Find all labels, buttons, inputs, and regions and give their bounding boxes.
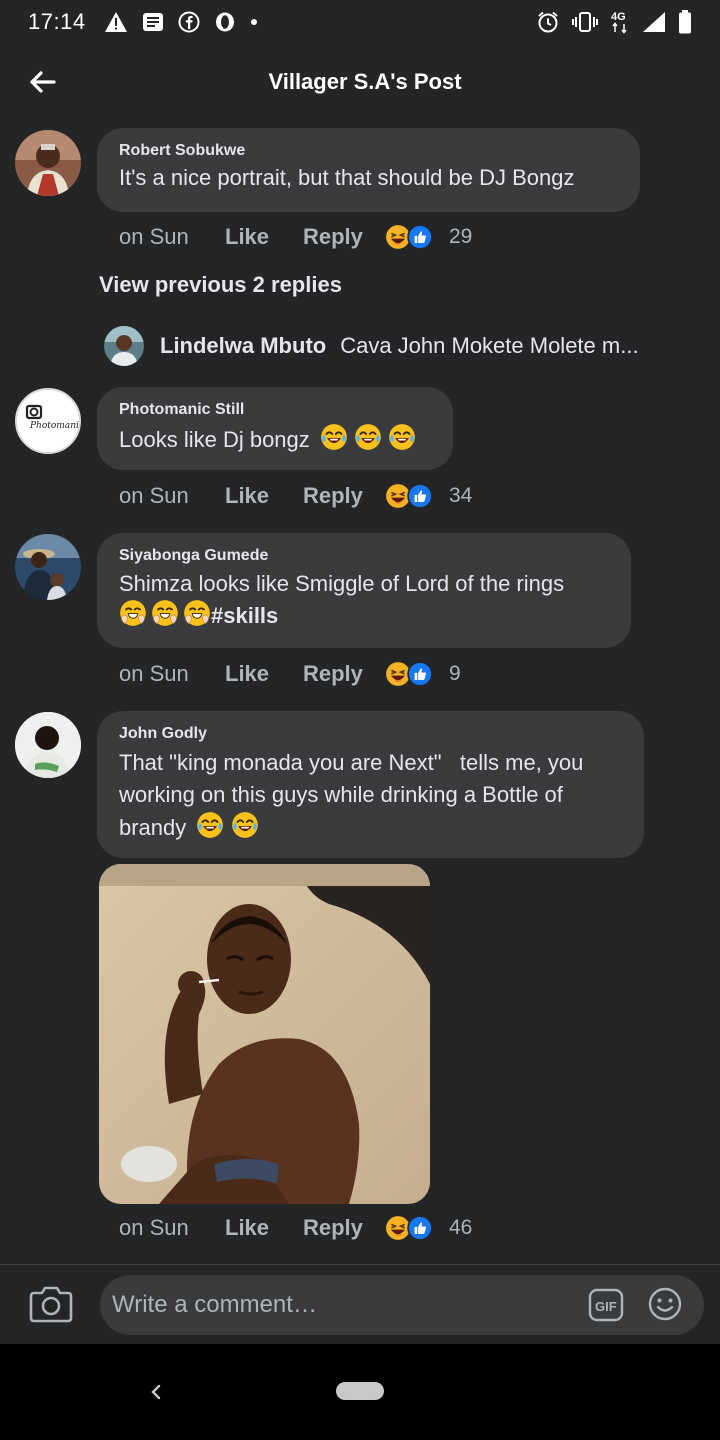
comment-time[interactable]: on Sun <box>119 224 225 250</box>
comment-actions: on Sun Like Reply 46 <box>119 1210 472 1246</box>
like-reaction-icon <box>407 1215 433 1241</box>
reactions[interactable] <box>385 1215 449 1241</box>
comment-text: brandy <box>119 815 187 840</box>
avatar[interactable] <box>15 534 81 600</box>
signal-icon <box>642 11 666 33</box>
reaction-count: 9 <box>449 662 461 685</box>
comment-actions: on Sun Like Reply 34 <box>119 478 472 514</box>
comment-text-line: Looks like Dj bongz <box>119 423 431 454</box>
like-button[interactable]: Like <box>225 224 303 250</box>
reply-button[interactable]: Reply <box>303 483 385 509</box>
system-icons: 4G <box>536 10 692 34</box>
camera-button[interactable] <box>28 1283 74 1325</box>
gif-button[interactable]: GIF <box>588 1287 624 1323</box>
chevron-left-icon <box>151 1384 161 1400</box>
svg-text:4G: 4G <box>611 11 626 23</box>
gif-icon: GIF <box>588 1288 624 1322</box>
comment-bubble: John Godly That "king monada you are Nex… <box>97 711 644 858</box>
hot-face-emoji-icon <box>119 599 147 627</box>
reaction-count: 29 <box>449 225 473 248</box>
alarm-icon <box>536 10 560 34</box>
reaction-count: 46 <box>449 1216 473 1239</box>
status-bar: 17:14 4G <box>0 0 720 44</box>
hashtag-link[interactable]: #skills <box>211 603 278 628</box>
emoji-button[interactable] <box>647 1286 683 1322</box>
comment-text: Shimza looks like Smiggle of Lord of the… <box>119 571 565 596</box>
comment-text-line: brandy <box>119 811 622 844</box>
laughing-emoji-icon <box>231 811 259 839</box>
network-type: 4G <box>610 10 630 34</box>
comment-text: working on this guys while drinking a Bo… <box>119 782 563 807</box>
comment-text-line: #skills <box>119 599 609 632</box>
reply-author: Lindelwa Mbuto <box>160 333 327 358</box>
avatar[interactable]: Photomanic <box>15 388 81 454</box>
comment-author[interactable]: Photomanic Still <box>119 401 431 419</box>
reply-button[interactable]: Reply <box>303 1215 385 1241</box>
hot-face-emoji-icon <box>151 599 179 627</box>
news-icon <box>142 12 164 32</box>
comment-actions: on Sun Like Reply 9 <box>119 656 461 692</box>
avatar[interactable] <box>104 326 144 366</box>
like-button[interactable]: Like <box>225 483 303 509</box>
reply-button[interactable]: Reply <box>303 661 385 687</box>
reply-button[interactable]: Reply <box>303 224 385 250</box>
comment-bubble: Photomanic Still Looks like Dj bongz <box>97 387 453 470</box>
comment-text: It's a nice portrait, but that should be… <box>119 165 575 190</box>
avatar[interactable] <box>15 712 81 778</box>
vibrate-icon <box>572 11 598 33</box>
system-back-button[interactable] <box>142 1378 170 1406</box>
comment-actions: on Sun Like Reply 29 <box>119 219 472 255</box>
comment-author[interactable]: Robert Sobukwe <box>119 142 618 160</box>
hot-face-emoji-icon <box>183 599 211 627</box>
laughing-emoji-icon <box>196 811 224 839</box>
status-time: 17:14 <box>28 9 86 34</box>
back-button[interactable] <box>22 62 62 102</box>
svg-text:Photomanic: Photomanic <box>29 421 79 431</box>
laughing-emoji-icon <box>320 423 348 451</box>
comment-photo[interactable] <box>99 864 430 1204</box>
reply-text: Cava John Mokete Molete m... <box>340 333 639 358</box>
battery-icon <box>678 10 692 34</box>
reply-preview[interactable]: Lindelwa Mbuto Cava John Mokete Molete m… <box>104 326 670 366</box>
camera-icon <box>29 1286 73 1323</box>
comment-time[interactable]: on Sun <box>119 1215 225 1241</box>
facebook-icon <box>178 11 200 33</box>
comment-bubble: Siyabonga Gumede Shimza looks like Smigg… <box>97 533 631 648</box>
system-home-button[interactable] <box>336 1382 384 1400</box>
view-previous-replies-link[interactable]: View previous 2 replies <box>99 272 342 298</box>
comment-author[interactable]: Siyabonga Gumede <box>119 547 609 565</box>
reactions[interactable] <box>385 483 449 509</box>
reactions[interactable] <box>385 224 449 250</box>
comment-text: That "king monada you are Next" tells me… <box>119 750 584 775</box>
like-reaction-icon <box>407 483 433 509</box>
reaction-count: 34 <box>449 484 473 507</box>
avatar[interactable] <box>15 130 81 196</box>
comment-composer: GIF <box>0 1264 720 1344</box>
dot-icon <box>250 18 258 26</box>
comment-text: Looks like Dj bongz <box>119 427 310 452</box>
svg-text:GIF: GIF <box>595 1299 617 1314</box>
back-arrow-icon <box>30 71 56 93</box>
like-button[interactable]: Like <box>225 1215 303 1241</box>
comment-time[interactable]: on Sun <box>119 483 225 509</box>
laughing-emoji-icon <box>388 423 416 451</box>
opera-icon <box>214 11 236 33</box>
emoji-icon <box>648 1287 682 1321</box>
like-button[interactable]: Like <box>225 661 303 687</box>
page-title: Villager S.A's Post <box>268 69 462 94</box>
system-nav-bar <box>0 1344 720 1440</box>
comment-time[interactable]: on Sun <box>119 661 225 687</box>
laughing-emoji-icon <box>354 423 382 451</box>
like-reaction-icon <box>407 661 433 687</box>
notification-icons <box>104 11 258 33</box>
comment-bubble: Robert Sobukwe It's a nice portrait, but… <box>97 128 640 212</box>
comment-author[interactable]: John Godly <box>119 725 622 743</box>
app-header: Villager S.A's Post <box>0 52 720 112</box>
warning-icon <box>104 11 128 33</box>
reactions[interactable] <box>385 661 449 687</box>
like-reaction-icon <box>407 224 433 250</box>
